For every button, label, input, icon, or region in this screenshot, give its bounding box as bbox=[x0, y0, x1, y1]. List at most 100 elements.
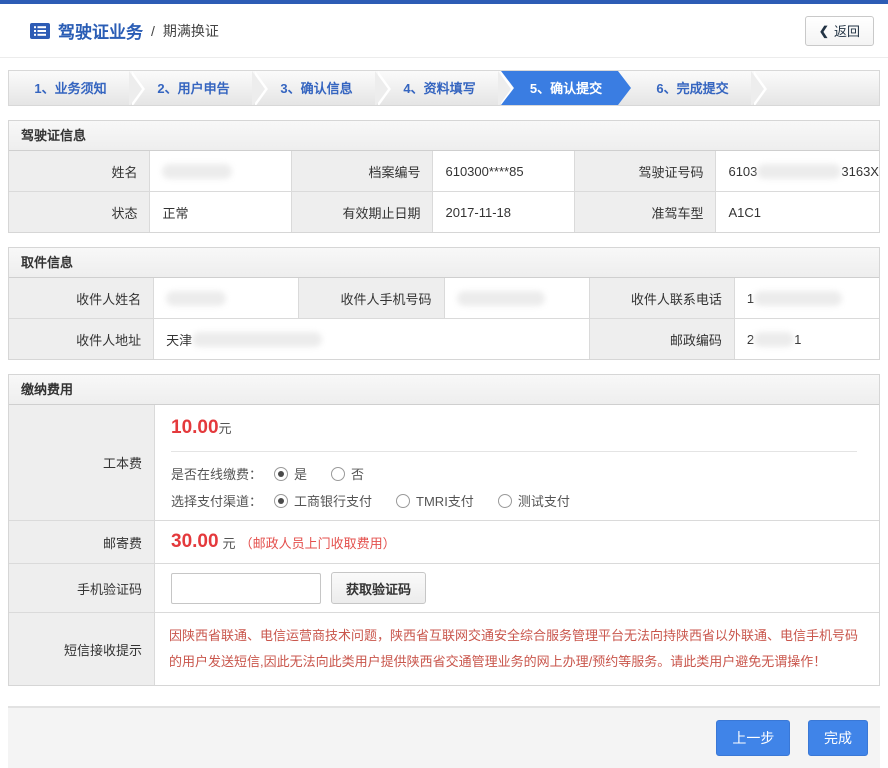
get-sms-code-button[interactable]: 获取验证码 bbox=[331, 572, 426, 604]
file-no-label: 档案编号 bbox=[292, 151, 433, 191]
postage-fee-amount: 30.00 bbox=[171, 531, 219, 553]
postal-code-value: 2 1 bbox=[735, 319, 879, 359]
production-fee-amount-line: 10.00元 bbox=[171, 417, 863, 439]
page-title: 驾驶证业务 bbox=[58, 18, 143, 43]
online-payment-question: 是否在线缴费： bbox=[171, 464, 262, 483]
recipient-phone-value: 1 bbox=[735, 278, 879, 318]
recipient-mobile-value bbox=[445, 278, 589, 318]
recipient-address-prefix: 天津 bbox=[166, 330, 192, 349]
license-no-label: 驾驶证号码 bbox=[575, 151, 715, 191]
back-button[interactable]: ❮ 返回 bbox=[805, 16, 874, 46]
sms-code-input[interactable] bbox=[171, 573, 321, 604]
postal-code-prefix: 2 bbox=[747, 332, 754, 347]
radio-yes-icon[interactable] bbox=[274, 467, 288, 481]
production-fee-content: 10.00元 是否在线缴费： 是 否 选择支付渠道： 工商银行支付 bbox=[155, 405, 879, 520]
radio-test-icon[interactable] bbox=[498, 494, 512, 508]
channel-icbc-option[interactable]: 工商银行支付 bbox=[274, 491, 372, 510]
sms-notice-label: 短信接收提示 bbox=[9, 613, 154, 685]
license-info-table: 姓名 档案编号 610300****85 驾驶证号码 6103 3163X 状态… bbox=[9, 151, 879, 232]
page-subtitle: 期满换证 bbox=[163, 21, 219, 41]
redacted-name bbox=[162, 164, 232, 179]
redacted-recipient-name bbox=[166, 291, 226, 306]
recipient-address-label: 收件人地址 bbox=[9, 319, 153, 359]
channel-test-option[interactable]: 测试支付 bbox=[498, 491, 570, 510]
valid-until-label: 有效期止日期 bbox=[292, 192, 433, 232]
page-header: 驾驶证业务 / 期满换证 ❮ 返回 bbox=[0, 4, 888, 58]
radio-icbc-icon[interactable] bbox=[274, 494, 288, 508]
breadcrumb: 驾驶证业务 / 期满换证 bbox=[30, 18, 219, 43]
sms-notice-text: 因陕西省联通、电信运营商技术问题，陕西省互联网交通安全综合服务管理平台无法向持陕… bbox=[155, 613, 879, 685]
postage-fee-note: （邮政人员上门收取费用） bbox=[240, 533, 396, 552]
step-4-fill-data[interactable]: 4、资料填写 bbox=[378, 71, 501, 105]
online-payment-question-row: 是否在线缴费： 是 否 bbox=[171, 464, 863, 483]
name-label: 姓名 bbox=[9, 151, 149, 191]
online-payment-yes-label: 是 bbox=[294, 464, 307, 483]
wizard-steps: 1、业务须知 2、用户申告 3、确认信息 4、资料填写 5、确认提交 6、完成提… bbox=[8, 70, 880, 106]
redacted-license-no bbox=[757, 164, 841, 179]
postage-fee-label: 邮寄费 bbox=[9, 521, 154, 563]
license-no-suffix: 3163X bbox=[841, 164, 879, 179]
channel-test-label: 测试支付 bbox=[518, 491, 570, 510]
back-button-label: 返回 bbox=[834, 21, 860, 40]
postal-code-label: 邮政编码 bbox=[590, 319, 734, 359]
postage-fee-unit: 元 bbox=[223, 533, 236, 552]
list-icon bbox=[30, 23, 50, 39]
recipient-address-value: 天津 bbox=[154, 319, 589, 359]
step-6-finish-submit[interactable]: 6、完成提交 bbox=[631, 71, 754, 105]
postage-fee-content: 30.00元 （邮政人员上门收取费用） bbox=[155, 521, 879, 563]
production-fee-amount: 10.00 bbox=[171, 417, 219, 438]
recipient-phone-prefix: 1 bbox=[747, 291, 754, 306]
channel-tmri-option[interactable]: TMRI支付 bbox=[396, 491, 474, 510]
sms-code-content: 获取验证码 bbox=[155, 564, 879, 612]
pickup-info-title: 取件信息 bbox=[9, 248, 879, 278]
step-3-confirm-info[interactable]: 3、确认信息 bbox=[255, 71, 378, 105]
breadcrumb-separator: / bbox=[151, 23, 155, 39]
online-payment-no-option[interactable]: 否 bbox=[331, 464, 364, 483]
postal-code-suffix: 1 bbox=[794, 332, 801, 347]
steps-filler bbox=[754, 71, 879, 105]
step-2-user-declaration[interactable]: 2、用户申告 bbox=[132, 71, 255, 105]
redacted-recipient-phone bbox=[754, 291, 842, 306]
status-label: 状态 bbox=[9, 192, 149, 232]
valid-until-value: 2017-11-18 bbox=[433, 192, 574, 232]
radio-no-icon[interactable] bbox=[331, 467, 345, 481]
online-payment-yes-option[interactable]: 是 bbox=[274, 464, 307, 483]
fee-divider bbox=[171, 451, 857, 452]
license-no-prefix: 6103 bbox=[728, 164, 757, 179]
vehicle-class-label: 准驾车型 bbox=[575, 192, 715, 232]
footer-action-bar: 上一步 完成 bbox=[8, 706, 880, 768]
pickup-info-section: 取件信息 收件人姓名 收件人手机号码 收件人联系电话 1 收件人地址 天津 邮政… bbox=[8, 247, 880, 360]
status-value: 正常 bbox=[150, 192, 291, 232]
fees-table: 工本费 10.00元 是否在线缴费： 是 否 选择支付渠道： bbox=[9, 405, 879, 685]
finish-button[interactable]: 完成 bbox=[808, 720, 868, 756]
production-fee-label: 工本费 bbox=[9, 405, 154, 520]
recipient-mobile-label: 收件人手机号码 bbox=[299, 278, 443, 318]
online-payment-no-label: 否 bbox=[351, 464, 364, 483]
file-no-value: 610300****85 bbox=[433, 151, 574, 191]
step-5-confirm-submit[interactable]: 5、确认提交 bbox=[501, 71, 631, 105]
production-fee-unit: 元 bbox=[219, 421, 232, 436]
recipient-phone-label: 收件人联系电话 bbox=[590, 278, 734, 318]
fees-title: 缴纳费用 bbox=[9, 375, 879, 405]
license-info-section: 驾驶证信息 姓名 档案编号 610300****85 驾驶证号码 6103 31… bbox=[8, 120, 880, 233]
pickup-info-table: 收件人姓名 收件人手机号码 收件人联系电话 1 收件人地址 天津 邮政编码 2 … bbox=[9, 278, 879, 359]
vehicle-class-value: A1C1 bbox=[716, 192, 879, 232]
redacted-recipient-mobile bbox=[457, 291, 545, 306]
prev-step-button[interactable]: 上一步 bbox=[716, 720, 790, 756]
payment-channel-question: 选择支付渠道： bbox=[171, 491, 262, 510]
redacted-recipient-address bbox=[192, 332, 322, 347]
license-info-title: 驾驶证信息 bbox=[9, 121, 879, 151]
radio-tmri-icon[interactable] bbox=[396, 494, 410, 508]
name-value bbox=[150, 151, 291, 191]
redacted-postal-code bbox=[754, 332, 794, 347]
step-1-business-notice[interactable]: 1、业务须知 bbox=[9, 71, 132, 105]
sms-code-label: 手机验证码 bbox=[9, 564, 154, 612]
recipient-name-value bbox=[154, 278, 298, 318]
chevron-left-icon: ❮ bbox=[819, 24, 829, 38]
fees-section: 缴纳费用 工本费 10.00元 是否在线缴费： 是 否 选择支付渠道： bbox=[8, 374, 880, 686]
recipient-name-label: 收件人姓名 bbox=[9, 278, 153, 318]
channel-tmri-label: TMRI支付 bbox=[416, 491, 474, 510]
license-no-value: 6103 3163X bbox=[716, 151, 879, 191]
payment-channel-question-row: 选择支付渠道： 工商银行支付 TMRI支付 测试支付 bbox=[171, 491, 863, 510]
channel-icbc-label: 工商银行支付 bbox=[294, 491, 372, 510]
